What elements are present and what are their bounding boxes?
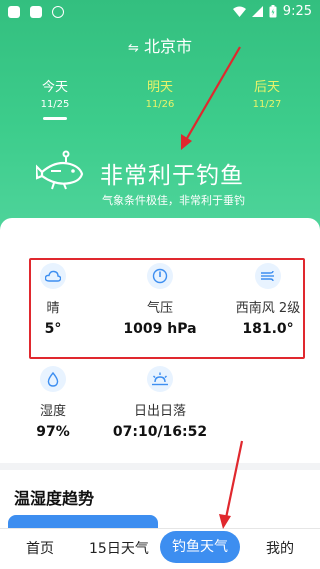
day-name: 今天 (41, 80, 68, 95)
notification-icon (52, 6, 64, 18)
humidity-label: 湿度 (39, 404, 66, 419)
sunrise-sunset-label: 日出日落 (133, 404, 186, 419)
trend-chart-tooltip (8, 515, 158, 529)
notification-icon (8, 6, 20, 18)
metric-sunrise-sunset: 日出日落 07:10/16:52 (110, 366, 210, 440)
tab-mine[interactable]: 我的 (266, 538, 294, 558)
city-selector[interactable]: ⇋ 北京市 (0, 33, 320, 57)
tab-tomorrow[interactable]: 明天 11/26 (125, 76, 195, 110)
fishing-verdict-title: 非常利于钓鱼 (100, 163, 244, 189)
fish-icon (36, 150, 84, 190)
signal-icon (251, 6, 263, 17)
wifi-icon (232, 6, 246, 17)
day-name: 后天 (253, 80, 280, 95)
sunrise-sunset-value: 07:10/16:52 (112, 424, 208, 440)
swap-icon: ⇋ (128, 41, 139, 56)
metric-humidity: 湿度 97% (3, 366, 103, 440)
day-name: 明天 (146, 80, 173, 95)
day-date: 11/25 (40, 99, 70, 110)
city-name: 北京市 (143, 37, 192, 56)
active-tab-indicator (43, 117, 67, 120)
tab-home[interactable]: 首页 (26, 538, 54, 558)
day-date: 11/27 (252, 99, 282, 110)
annotation-highlight-box (29, 258, 305, 359)
status-time: 9:25 (282, 4, 312, 19)
droplet-icon (40, 366, 66, 392)
tab-today[interactable]: 今天 11/25 (20, 76, 90, 110)
status-bar: 9:25 (0, 0, 320, 26)
tab-15-day-forecast[interactable]: 15日天气 (89, 538, 149, 558)
tab-fishing-weather[interactable]: 钓鱼天气 (160, 531, 240, 563)
humidity-value: 97% (36, 424, 70, 440)
notification-icon (30, 6, 42, 18)
sunrise-icon (147, 366, 173, 392)
tab-day-after-tomorrow[interactable]: 后天 11/27 (232, 76, 302, 110)
day-date: 11/26 (145, 99, 175, 110)
trend-title: 温湿度趋势 (14, 489, 95, 508)
fishing-verdict-subtitle: 气象条件极佳，非常利于垂钓 (102, 194, 245, 207)
battery-icon (269, 5, 277, 18)
